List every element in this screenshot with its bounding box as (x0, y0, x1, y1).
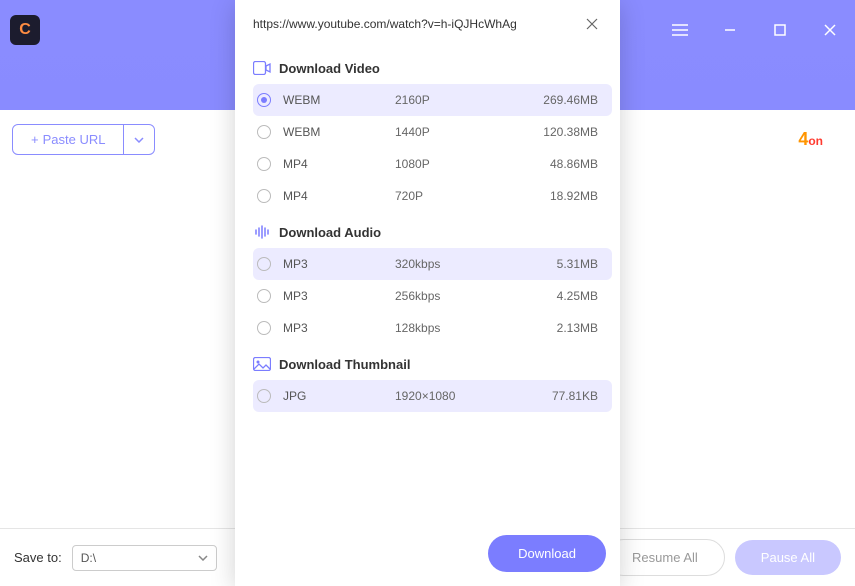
modal-body[interactable]: Download Video WEBM2160P269.46MBWEBM1440… (235, 42, 620, 521)
option-format: MP4 (283, 157, 395, 171)
download-modal: https://www.youtube.com/watch?v=h-iQJHcW… (235, 0, 620, 586)
modal-close-button[interactable] (582, 14, 602, 34)
option-quality: 320kbps (395, 257, 535, 271)
paste-url-dropdown[interactable] (124, 124, 155, 155)
save-to-label: Save to: (14, 550, 62, 565)
radio-button[interactable] (257, 321, 271, 335)
option-row[interactable]: WEBM2160P269.46MB (253, 84, 612, 116)
option-size: 5.31MB (535, 257, 604, 271)
radio-button[interactable] (257, 189, 271, 203)
brand-badge: 4on (798, 129, 823, 150)
option-format: MP3 (283, 257, 395, 271)
radio-button[interactable] (257, 289, 271, 303)
paste-url-group: + Paste URL (12, 124, 155, 155)
save-path-select[interactable]: D:\ (72, 545, 217, 571)
option-format: JPG (283, 389, 395, 403)
option-size: 4.25MB (535, 289, 604, 303)
logo-letter: C (19, 21, 31, 39)
radio-button[interactable] (257, 257, 271, 271)
radio-button[interactable] (257, 389, 271, 403)
minimize-icon[interactable] (715, 15, 745, 45)
section-title-video: Download Video (279, 61, 380, 76)
option-format: MP4 (283, 189, 395, 203)
option-format: MP3 (283, 321, 395, 335)
image-icon (253, 356, 271, 372)
chevron-down-icon (134, 137, 144, 143)
save-path-value: D:\ (81, 551, 96, 565)
menu-icon[interactable] (665, 15, 695, 45)
option-quality: 256kbps (395, 289, 535, 303)
modal-footer: Download (235, 521, 620, 586)
pause-all-button[interactable]: Pause All (735, 540, 841, 575)
option-quality: 720P (395, 189, 535, 203)
video-icon (253, 60, 271, 76)
option-size: 120.38MB (535, 125, 604, 139)
radio-button[interactable] (257, 125, 271, 139)
paste-url-label: Paste URL (43, 132, 106, 147)
close-icon (586, 18, 598, 30)
option-row[interactable]: MP41080P48.86MB (253, 148, 612, 180)
section-header-video: Download Video (253, 60, 612, 76)
option-quality: 128kbps (395, 321, 535, 335)
radio-button[interactable] (257, 93, 271, 107)
option-format: WEBM (283, 125, 395, 139)
section-header-thumbnail: Download Thumbnail (253, 356, 612, 372)
chevron-down-icon (198, 555, 208, 561)
option-row[interactable]: MP4720P18.92MB (253, 180, 612, 212)
plus-icon: + (31, 132, 39, 147)
close-icon[interactable] (815, 15, 845, 45)
option-quality: 1080P (395, 157, 535, 171)
maximize-icon[interactable] (765, 15, 795, 45)
option-format: MP3 (283, 289, 395, 303)
option-size: 77.81KB (535, 389, 604, 403)
option-row[interactable]: WEBM1440P120.38MB (253, 116, 612, 148)
option-row[interactable]: MP3256kbps4.25MB (253, 280, 612, 312)
option-size: 269.46MB (535, 93, 604, 107)
window-controls (665, 15, 845, 45)
option-format: WEBM (283, 93, 395, 107)
url-text: https://www.youtube.com/watch?v=h-iQJHcW… (253, 17, 582, 31)
paste-url-button[interactable]: + Paste URL (12, 124, 124, 155)
option-row[interactable]: MP3320kbps5.31MB (253, 248, 612, 280)
resume-all-button[interactable]: Resume All (605, 539, 725, 576)
option-row[interactable]: JPG1920×108077.81KB (253, 380, 612, 412)
download-button[interactable]: Download (488, 535, 606, 572)
modal-url-bar: https://www.youtube.com/watch?v=h-iQJHcW… (235, 0, 620, 42)
section-header-audio: Download Audio (253, 224, 612, 240)
option-size: 2.13MB (535, 321, 604, 335)
section-title-thumbnail: Download Thumbnail (279, 357, 410, 372)
app-logo: C (10, 15, 40, 45)
option-quality: 1440P (395, 125, 535, 139)
section-title-audio: Download Audio (279, 225, 381, 240)
option-quality: 2160P (395, 93, 535, 107)
option-size: 48.86MB (535, 157, 604, 171)
option-quality: 1920×1080 (395, 389, 535, 403)
option-size: 18.92MB (535, 189, 604, 203)
audio-icon (253, 224, 271, 240)
radio-button[interactable] (257, 157, 271, 171)
option-row[interactable]: MP3128kbps2.13MB (253, 312, 612, 344)
